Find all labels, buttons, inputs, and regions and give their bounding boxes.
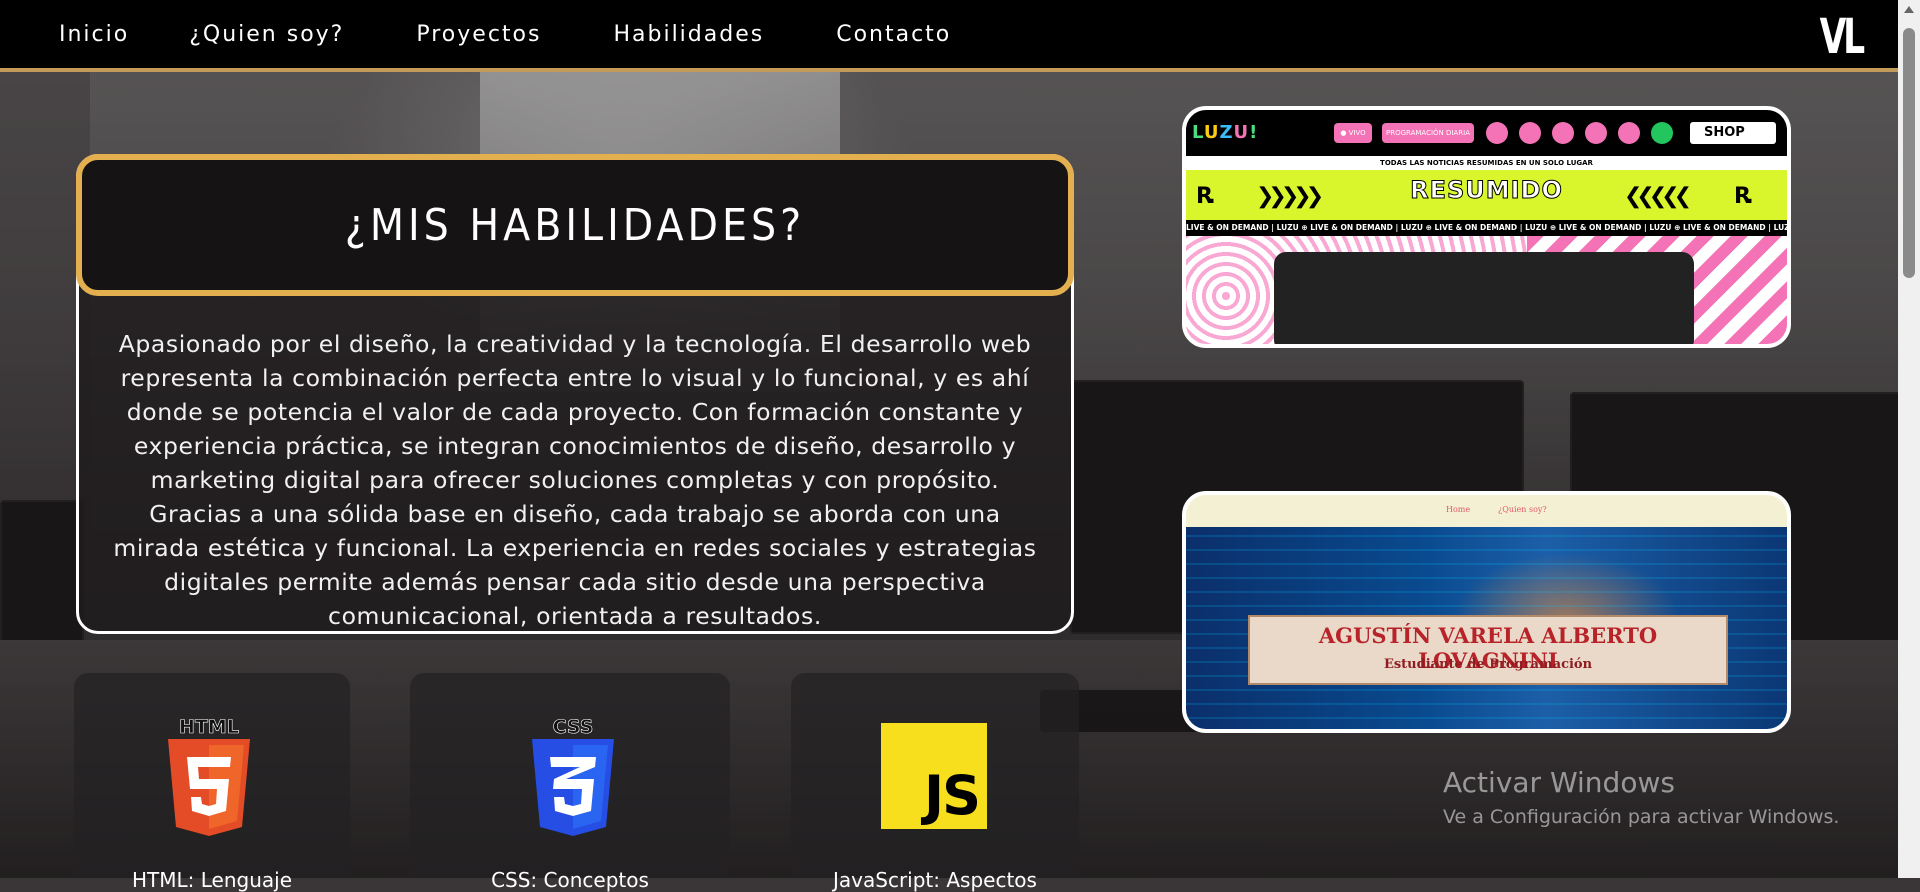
site-logo[interactable]: VL [1820,9,1866,65]
project-preview-portfolio[interactable]: Home ¿Quien soy? AGUSTÍN VARELA ALBERTO … [1182,491,1791,733]
windows-activation-subtitle: Ve a Configuración para activar Windows. [1443,806,1840,828]
javascript-icon: JS [881,723,987,829]
banner-mark-right: R. [1734,184,1754,209]
tech-card-html[interactable]: HTML HTML: Lenguaje [74,673,350,892]
top-navbar: Inicio ¿Quien soy? Proyectos Habilidades… [0,0,1898,72]
twitch-icon [1585,122,1607,144]
css3-badge-text: CSS [553,716,594,738]
luzu-logo: LUZU! [1192,122,1259,143]
luzu-banner-text: RESUMIDO [1410,176,1563,205]
portfolio-nav-home: Home [1446,505,1471,514]
portfolio-nav-about: ¿Quien soy? [1498,505,1547,514]
luzu-shop-button: SHOP [1690,122,1776,144]
skills-card: ¿MIS HABILIDADES? Apasionado por el dise… [76,154,1074,634]
scroll-up-arrow-icon[interactable] [1904,6,1914,13]
tech-card-css[interactable]: CSS CSS: Conceptos [410,673,730,892]
nav-link-proyectos[interactable]: Proyectos [416,22,541,47]
tech-label-html: HTML: Lenguaje [131,868,292,892]
instagram-icon [1519,122,1541,144]
skills-title: ¿MIS HABILIDADES? [344,199,806,251]
portfolio-role: Estudiante de Programación [1383,657,1593,672]
luzu-header: LUZU! ● VIVO PROGRAMACIÓN DIARIA SHOP [1186,110,1787,156]
nav-link-habilidades[interactable]: Habilidades [613,22,764,47]
nav-link-quien-soy[interactable]: ¿Quien soy? [189,22,344,47]
nav-link-contacto[interactable]: Contacto [836,22,951,47]
facebook-icon [1552,122,1574,144]
luzu-banner: R. ❯❯❯❯❯ RESUMIDO ❮❮❮❮❮ R. [1186,170,1787,220]
luzu-video-player [1274,252,1694,344]
whatsapp-icon [1651,122,1673,144]
luzu-schedule-pill: PROGRAMACIÓN DIARIA [1382,123,1474,143]
javascript-badge-text: JS [924,764,981,827]
portfolio-header: Home ¿Quien soy? [1186,495,1787,527]
portfolio-name-plate: AGUSTÍN VARELA ALBERTO LOVAGNINI Estudia… [1248,615,1728,685]
nav-link-inicio[interactable]: Inicio [59,22,129,47]
luzu-ticker: LIVE & ON DEMAND | LUZU ⊕ LIVE & ON DEMA… [1186,220,1787,236]
project-preview-luzu[interactable]: LUZU! ● VIVO PROGRAMACIÓN DIARIA SHOP TO… [1182,106,1791,348]
portfolio-hero: AGUSTÍN VARELA ALBERTO LOVAGNINI Estudia… [1186,527,1787,729]
arrows-left-icon: ❮❮❮❮❮ [1624,184,1692,209]
skills-title-box: ¿MIS HABILIDADES? [76,154,1074,296]
luzu-hero [1186,236,1787,344]
css3-icon: CSS [532,716,614,836]
luzu-live-pill: ● VIVO [1334,123,1372,143]
page-scrollbar[interactable] [1898,0,1920,878]
twitter-icon [1618,122,1640,144]
tech-label-javascript: JavaScript: Aspectos [833,868,1037,892]
html5-icon: HTML [168,716,250,836]
luzu-subtitle: TODAS LAS NOTICIAS RESUMIDAS EN UN SOLO … [1186,156,1787,170]
windows-activation-title: Activar Windows [1443,766,1675,799]
skills-description: Apasionado por el diseño, la creatividad… [113,330,1037,630]
spotify-icon [1486,122,1508,144]
scrollbar-thumb[interactable] [1903,28,1915,278]
html5-badge-text: HTML [179,716,239,738]
tech-card-javascript[interactable]: JS JavaScript: Aspectos [791,673,1079,892]
tech-label-css: CSS: Conceptos [491,868,649,892]
